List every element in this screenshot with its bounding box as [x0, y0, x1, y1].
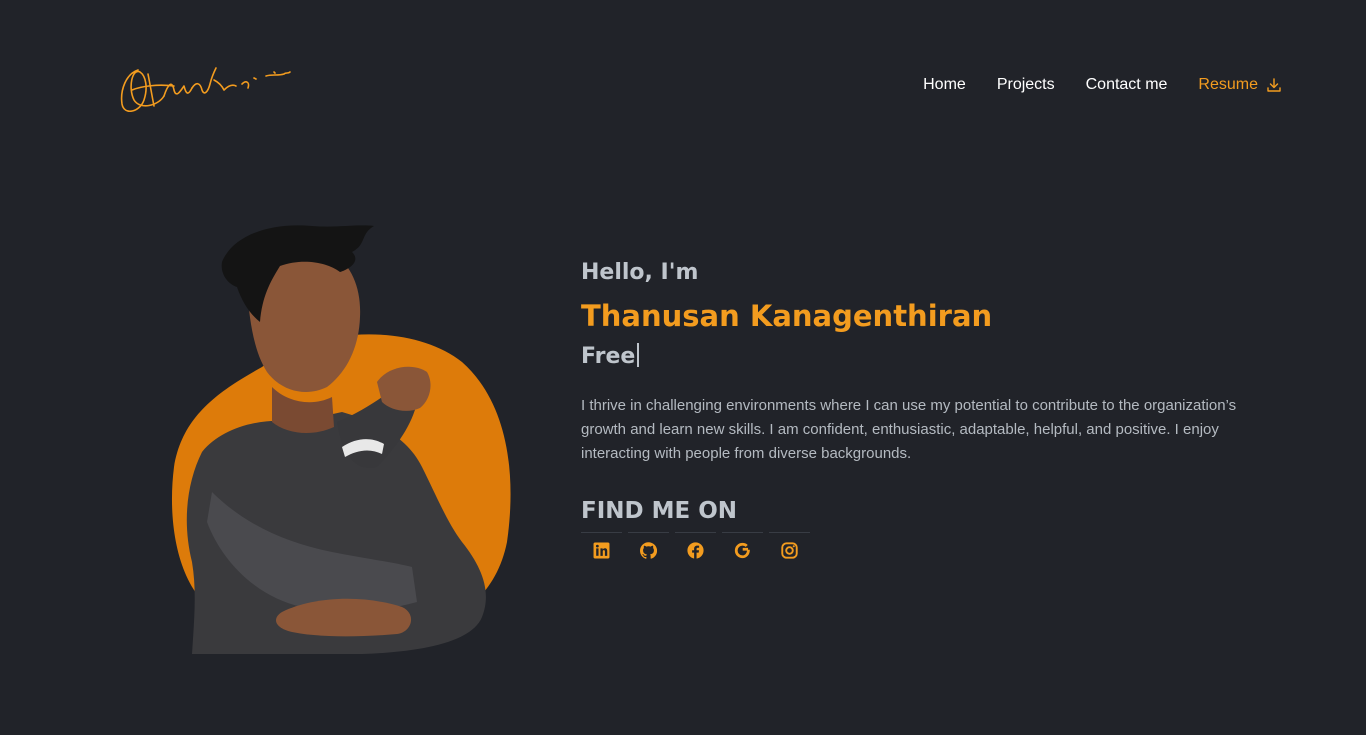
bio-paragraph: I thrive in challenging environments whe… — [581, 397, 1237, 462]
social-links — [581, 532, 1281, 567]
linkedin-icon — [593, 542, 610, 558]
github-link[interactable] — [628, 532, 669, 567]
google-link[interactable] — [722, 532, 763, 567]
signature-logo[interactable] — [118, 60, 294, 120]
nav-contact-link[interactable]: Contact me — [1086, 75, 1168, 95]
hero-intro: Hello, I'm Thanusan Kanagenthiran Free I… — [581, 258, 1281, 567]
resume-label: Resume — [1198, 76, 1258, 93]
download-icon — [1267, 78, 1281, 92]
typing-cursor — [637, 343, 640, 367]
facebook-link[interactable] — [675, 532, 716, 567]
github-icon — [640, 541, 657, 559]
facebook-icon — [687, 541, 704, 559]
nav-projects-link[interactable]: Projects — [997, 75, 1055, 95]
greeting-text: Hello, I'm — [581, 260, 699, 285]
typed-role-text: Free — [581, 342, 1281, 372]
hero-name: Thanusan Kanagenthiran — [581, 299, 993, 333]
find-me-heading: FIND ME ON — [581, 498, 738, 524]
nav-home-link[interactable]: Home — [923, 75, 966, 95]
linkedin-link[interactable] — [581, 532, 622, 567]
profile-photo — [162, 222, 522, 658]
typed-role-value: Free — [581, 344, 636, 369]
nav-resume-link[interactable]: Resume — [1198, 75, 1282, 95]
main-nav: Home Projects Contact me Resume — [923, 75, 1282, 95]
instagram-icon — [781, 541, 798, 559]
signature-logo-icon — [120, 67, 291, 112]
instagram-link[interactable] — [769, 532, 810, 567]
google-icon — [734, 542, 750, 558]
